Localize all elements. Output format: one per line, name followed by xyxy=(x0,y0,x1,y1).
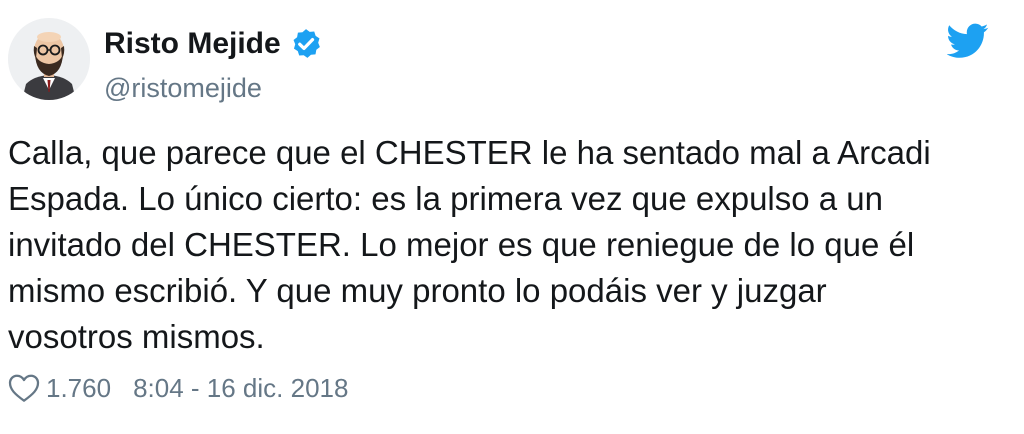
likes-count[interactable]: 1.760 xyxy=(46,372,111,404)
tweet-footer: 1.760 8:04 - 16 dic. 2018 xyxy=(8,372,348,404)
tweet-text-line: vosotros mismos. xyxy=(8,318,265,355)
tweet-text-line: invitado del CHESTER. Lo mejor es que re… xyxy=(8,226,915,263)
tweet-text: Calla, que parece que el CHESTER le ha s… xyxy=(8,130,1008,360)
tweet-text-line: Espada. Lo único cierto: es la primera v… xyxy=(8,180,884,217)
author-name-row: Risto Mejide xyxy=(104,26,323,62)
bearded-man-avatar-icon xyxy=(8,18,90,100)
tweet-card: Risto Mejide @ristomejide Calla, que par… xyxy=(0,0,1024,434)
author-display-name[interactable]: Risto Mejide xyxy=(104,26,281,62)
verified-badge-icon xyxy=(289,27,323,61)
avatar[interactable] xyxy=(8,18,90,100)
twitter-bird-icon[interactable] xyxy=(946,22,989,60)
heart-outline-icon[interactable] xyxy=(8,373,40,403)
author-handle[interactable]: @ristomejide xyxy=(104,72,262,104)
tweet-text-line: Calla, que parece que el CHESTER le ha s… xyxy=(8,134,931,171)
tweet-text-line: mismo escribió. Y que muy pronto lo podá… xyxy=(8,272,827,309)
tweet-timestamp[interactable]: 8:04 - 16 dic. 2018 xyxy=(133,372,348,404)
